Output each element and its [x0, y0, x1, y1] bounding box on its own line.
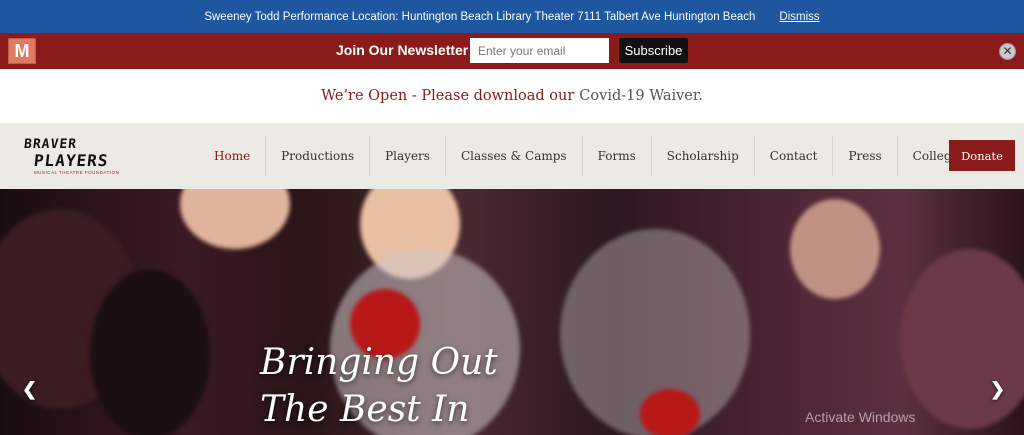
chevron-right-icon[interactable]: ❯ [990, 379, 1005, 400]
nav-menu: Home Productions Players Classes & Camps… [199, 123, 1020, 189]
newsletter-label: Join Our Newsletter [336, 42, 469, 58]
logo-tagline: MUSICAL THEATRE FOUNDATION [34, 170, 120, 175]
hero-photo-shape [90, 269, 210, 435]
hero-slider: Bringing Out The Best In ❮ ❯ Activate Wi… [0, 189, 1024, 435]
nav-item-scholarship[interactable]: Scholarship [650, 136, 754, 176]
main-navigation: BRAVER PLAYERS MUSICAL THEATRE FOUNDATIO… [0, 123, 1024, 189]
hero-headline: Bringing Out The Best In [260, 339, 680, 433]
close-icon[interactable]: ✕ [999, 43, 1016, 60]
covid-notice: We’re Open - Please download our Covid-1… [0, 69, 1024, 123]
chevron-left-icon[interactable]: ❮ [22, 379, 37, 400]
nav-item-players[interactable]: Players [369, 136, 445, 176]
hero-photo-shape [790, 199, 880, 299]
nav-item-contact[interactable]: Contact [753, 136, 833, 176]
nav-item-productions[interactable]: Productions [265, 136, 369, 176]
announcement-bar: Sweeney Todd Performance Location: Hunti… [0, 0, 1024, 33]
nav-item-home[interactable]: Home [199, 136, 265, 176]
logo-line2: PLAYERS [33, 151, 110, 170]
newsletter-bar: M Join Our Newsletter Subscribe ✕ [0, 33, 1024, 69]
subscribe-button[interactable]: Subscribe [619, 38, 688, 63]
dismiss-link[interactable]: Dismiss [779, 11, 819, 23]
hero-headline-line2: The Best In [260, 389, 470, 430]
activate-windows-watermark: Activate Windows [805, 409, 916, 425]
nav-item-press[interactable]: Press [832, 136, 896, 176]
hero-headline-line1: Bringing Out [260, 342, 498, 383]
nav-item-classes-camps[interactable]: Classes & Camps [444, 136, 582, 176]
announcement-message: Sweeney Todd Performance Location: Hunti… [204, 10, 756, 23]
notice-text: We’re Open - Please download our [321, 88, 575, 104]
email-input[interactable] [470, 38, 609, 63]
covid-waiver-link[interactable]: Covid-19 Waiver. [579, 88, 703, 104]
hero-photo-shape [180, 189, 290, 249]
braver-players-logo[interactable]: BRAVER PLAYERS MUSICAL THEATRE FOUNDATIO… [22, 137, 122, 177]
hero-photo-shape [900, 249, 1024, 429]
nav-item-forms[interactable]: Forms [581, 136, 651, 176]
logo-line1: BRAVER [23, 137, 78, 152]
mailmunch-logo-icon: M [8, 38, 36, 64]
donate-button[interactable]: Donate [949, 140, 1015, 171]
